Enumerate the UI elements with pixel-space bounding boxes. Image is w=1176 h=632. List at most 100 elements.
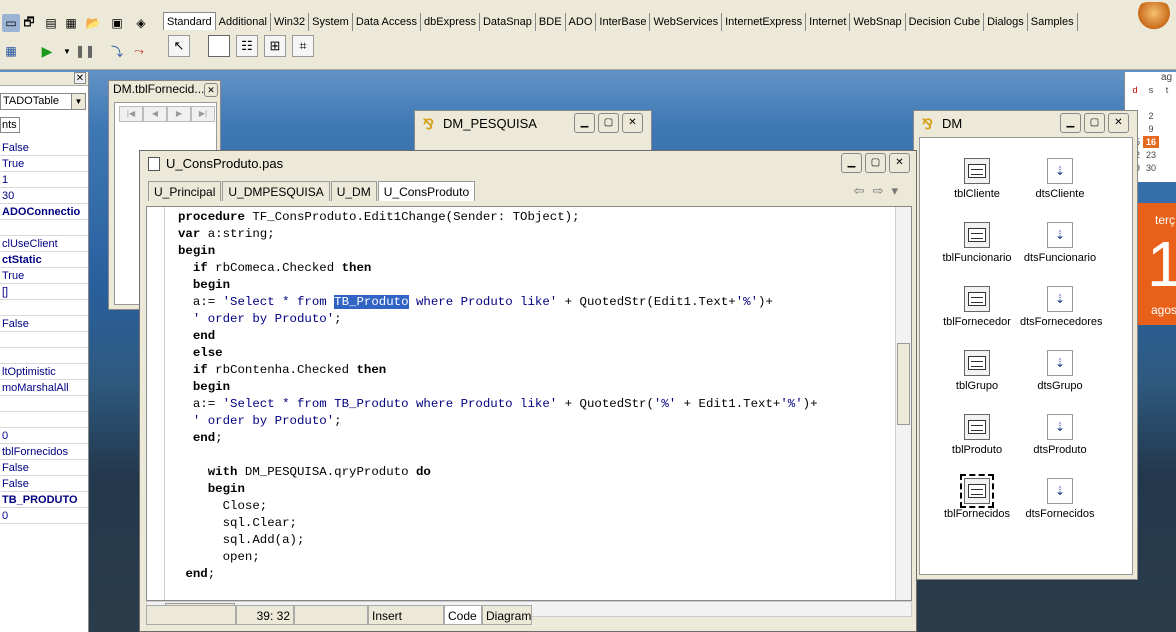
palette-tab[interactable]: System	[309, 13, 353, 31]
dm-window[interactable]: ⅋ DM ▁ ▢ ✕ tblCliente ⇣ dtsCliente tblFunci…	[913, 110, 1138, 580]
code-line[interactable]: sql.Add(a);	[178, 532, 818, 549]
data-module-canvas[interactable]: tblCliente ⇣ dtsCliente tblFuncionario ⇣ dtsF…	[919, 137, 1133, 575]
code-line[interactable]: begin	[178, 379, 818, 396]
property-value[interactable]: moMarshalAll	[0, 380, 88, 396]
ado-table-component[interactable]: tblFornecidos	[937, 474, 1017, 520]
frame-icon[interactable]: ▭	[208, 35, 230, 57]
calendar-day[interactable]: 23	[1143, 149, 1159, 161]
datasource-component[interactable]: ⇣ dtsGrupo	[1020, 350, 1100, 392]
property-value[interactable]: ctStatic	[0, 252, 88, 268]
property-value[interactable]	[0, 220, 88, 236]
next-record-icon[interactable]: ▶	[167, 106, 191, 122]
code-line[interactable]	[178, 447, 818, 464]
close-icon[interactable]: ✕	[889, 153, 910, 173]
tab-diagram[interactable]: Diagram	[482, 605, 532, 625]
ado-table-component[interactable]: tblFornecedor	[937, 286, 1017, 328]
last-record-icon[interactable]: ▶|	[191, 106, 215, 122]
dm-titlebar[interactable]: ⅋ DM ▁ ▢ ✕	[914, 111, 1137, 137]
ado-table-component[interactable]: tblGrupo	[937, 350, 1017, 392]
add-file-icon[interactable]: ▣	[108, 14, 126, 32]
calendar-day[interactable]: s	[1143, 84, 1159, 96]
code-line[interactable]: if rbComeca.Checked then	[178, 260, 818, 277]
save-icon[interactable]: ▤	[42, 14, 60, 32]
fields-editor-titlebar[interactable]: DM.tblFornecid... ✕	[109, 81, 220, 98]
palette-tab[interactable]: Standard	[163, 12, 216, 30]
arrow-left-icon[interactable]: ⇦	[854, 183, 873, 198]
property-value[interactable]	[0, 348, 88, 364]
code-line[interactable]: else	[178, 345, 818, 362]
property-value[interactable]: 0	[0, 508, 88, 524]
code-line[interactable]: begin	[178, 243, 818, 260]
property-value[interactable]: False	[0, 316, 88, 332]
property-value[interactable]: True	[0, 268, 88, 284]
property-value[interactable]	[0, 412, 88, 428]
pointer-icon[interactable]: ↖	[168, 35, 190, 57]
palette-tab[interactable]: WebServices	[650, 13, 723, 31]
property-value[interactable]: 30	[0, 188, 88, 204]
source-code[interactable]: procedure TF_ConsProduto.Edit1Change(Sen…	[178, 209, 818, 583]
palette-tab[interactable]: ADO	[566, 13, 597, 31]
chevron-down-icon[interactable]: ▾	[891, 183, 906, 198]
datasource-component[interactable]: ⇣ dtsCliente	[1020, 158, 1100, 200]
code-editor-titlebar[interactable]: U_ConsProduto.pas ▁ ▢ ✕	[140, 151, 916, 177]
property-value[interactable]: ltOptimistic	[0, 364, 88, 380]
ado-table-component[interactable]: tblFuncionario	[937, 222, 1017, 264]
maximize-icon[interactable]: ▢	[865, 153, 886, 173]
run-icon[interactable]: ▶	[38, 42, 56, 60]
code-line[interactable]: begin	[178, 277, 818, 294]
first-record-icon[interactable]: |◀	[119, 106, 143, 122]
code-line[interactable]: end	[178, 328, 818, 345]
menu-bar[interactable]	[0, 0, 1176, 8]
code-line[interactable]: ' order by Produto';	[178, 311, 818, 328]
component-icon[interactable]: ◈	[132, 14, 150, 32]
main-menu-icon[interactable]: ☷	[236, 35, 258, 57]
calendar-day[interactable]: 30	[1143, 162, 1159, 174]
code-line[interactable]: a:= 'Select * from TB_Produto where Prod…	[178, 294, 818, 311]
component-selector[interactable]: TADOTable ▼	[0, 93, 86, 110]
code-line[interactable]: open;	[178, 549, 818, 566]
palette-tab[interactable]: Decision Cube	[906, 13, 985, 31]
palette-tab[interactable]: Dialogs	[984, 13, 1028, 31]
property-value[interactable]: False	[0, 140, 88, 156]
property-value[interactable]: 1	[0, 172, 88, 188]
calendar-day[interactable]: d	[1127, 84, 1143, 96]
toggle-form-icon[interactable]: ▦	[2, 42, 20, 60]
code-line[interactable]: procedure TF_ConsProduto.Edit1Change(Sen…	[178, 209, 818, 226]
code-line[interactable]: with DM_PESQUISA.qryProduto do	[178, 464, 818, 481]
pause-icon[interactable]: ❚❚	[75, 42, 95, 60]
datasource-component[interactable]: ⇣ dtsFuncionario	[1020, 222, 1100, 264]
palette-tab[interactable]: InterBase	[596, 13, 651, 31]
palette-tab[interactable]: WebSnap	[850, 13, 906, 31]
palette-tab[interactable]: Internet	[806, 13, 851, 31]
palette-tab[interactable]: dbExpress	[421, 13, 480, 31]
code-line[interactable]: Close;	[178, 498, 818, 515]
calendar-day[interactable]: 16	[1143, 136, 1159, 148]
close-icon[interactable]: ✕	[204, 83, 218, 97]
property-value[interactable]	[0, 300, 88, 316]
trace-into-icon[interactable]: ⤵	[108, 42, 126, 60]
property-value[interactable]: TB_PRODUTO	[0, 492, 88, 508]
maximize-icon[interactable]: ▢	[598, 113, 619, 133]
minimize-icon[interactable]: ▁	[1060, 113, 1081, 133]
open-project-icon[interactable]: 🗗	[20, 14, 38, 32]
new-icon[interactable]: ▭	[2, 14, 20, 32]
palette-tab[interactable]: BDE	[536, 13, 566, 31]
calendar-day[interactable]: t	[1159, 84, 1175, 96]
code-line[interactable]: sql.Clear;	[178, 515, 818, 532]
code-line[interactable]: end;	[178, 430, 818, 447]
code-editor-window[interactable]: U_ConsProduto.pas ▁ ▢ ✕ U_Principal U_DMP…	[139, 150, 917, 632]
open-icon[interactable]: 📂	[84, 14, 102, 32]
gutter[interactable]	[147, 207, 165, 600]
popup-menu-icon[interactable]: ⊞	[264, 35, 286, 57]
property-value[interactable]: False	[0, 476, 88, 492]
step-over-icon[interactable]: ⤳	[130, 42, 148, 60]
property-value[interactable]	[0, 396, 88, 412]
palette-tab[interactable]: Data Access	[353, 13, 421, 31]
chevron-down-icon[interactable]: ▼	[71, 94, 85, 109]
calendar-day[interactable]: 2	[1143, 110, 1159, 122]
label-icon[interactable]: ⌗	[292, 35, 314, 57]
close-icon[interactable]: ✕	[1108, 113, 1129, 133]
close-icon[interactable]: ✕	[622, 113, 643, 133]
property-value[interactable]: False	[0, 460, 88, 476]
close-icon[interactable]: ✕	[74, 72, 86, 84]
